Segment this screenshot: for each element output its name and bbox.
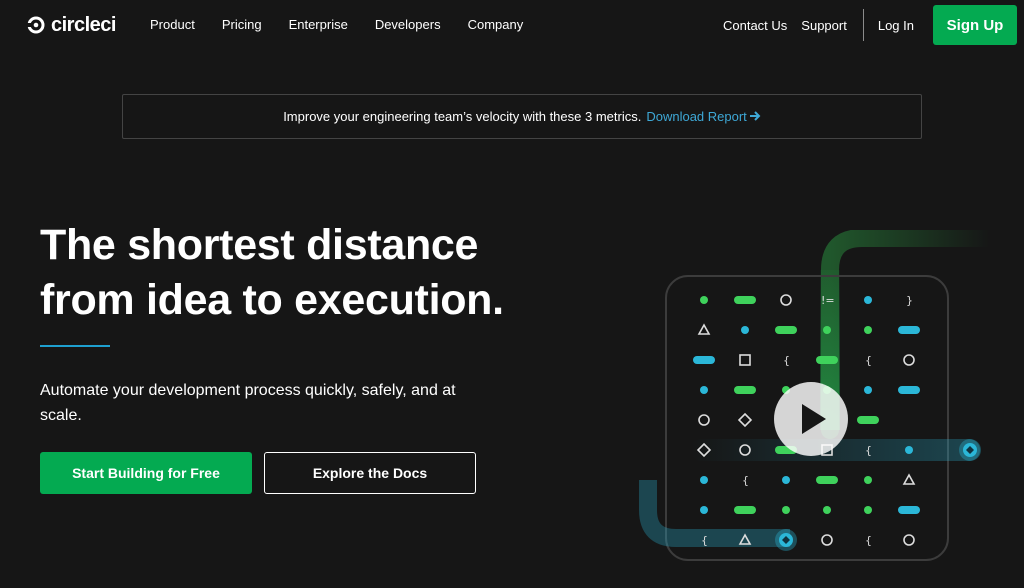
pipeline-illustration: != } { {{{{{ [630, 229, 1024, 588]
svg-text:{: { [865, 444, 872, 457]
svg-text:}: } [906, 294, 913, 307]
top-navbar: circleci Product Pricing Enterprise Deve… [0, 0, 1024, 50]
start-building-button[interactable]: Start Building for Free [40, 452, 252, 494]
sign-up-button[interactable]: Sign Up [933, 5, 1017, 45]
svg-text:{: { [865, 354, 872, 367]
utility-nav: Contact Us Support Log In Sign Up [723, 0, 1024, 50]
play-icon [802, 404, 826, 439]
svg-text:{: { [701, 534, 708, 547]
svg-text:{: { [783, 354, 790, 367]
support-link[interactable]: Support [801, 18, 847, 33]
primary-nav: Product Pricing Enterprise Developers Co… [150, 17, 550, 32]
logo-wordmark: circleci [51, 13, 116, 36]
circleci-logo[interactable]: circleci [27, 13, 116, 37]
nav-item-product[interactable]: Product [150, 17, 195, 32]
nav-item-company[interactable]: Company [468, 17, 524, 32]
hero-subtitle: Automate your development process quickl… [40, 382, 456, 424]
nav-item-pricing[interactable]: Pricing [222, 17, 262, 32]
explore-docs-button[interactable]: Explore the Docs [264, 452, 476, 494]
contact-us-link[interactable]: Contact Us [723, 18, 787, 33]
circleci-logo-icon [27, 16, 45, 34]
banner-text: Improve your engineering team’s velocity… [283, 109, 642, 124]
play-video-button[interactable] [774, 382, 848, 456]
hero-accent-rule [40, 345, 110, 347]
download-report-link[interactable]: Download Report [646, 109, 761, 124]
nav-item-developers[interactable]: Developers [375, 17, 441, 32]
svg-text:{: { [742, 474, 749, 487]
nav-item-enterprise[interactable]: Enterprise [289, 17, 348, 32]
announcement-banner: Improve your engineering team’s velocity… [122, 94, 922, 139]
arrow-right-icon [749, 109, 761, 124]
log-in-link[interactable]: Log In [878, 18, 914, 33]
svg-text:{: { [865, 534, 872, 547]
svg-text:!=: != [821, 294, 835, 307]
banner-link-label: Download Report [646, 109, 747, 124]
nav-divider [862, 9, 864, 41]
hero-title: The shortest distance from idea to execu… [40, 221, 504, 324]
